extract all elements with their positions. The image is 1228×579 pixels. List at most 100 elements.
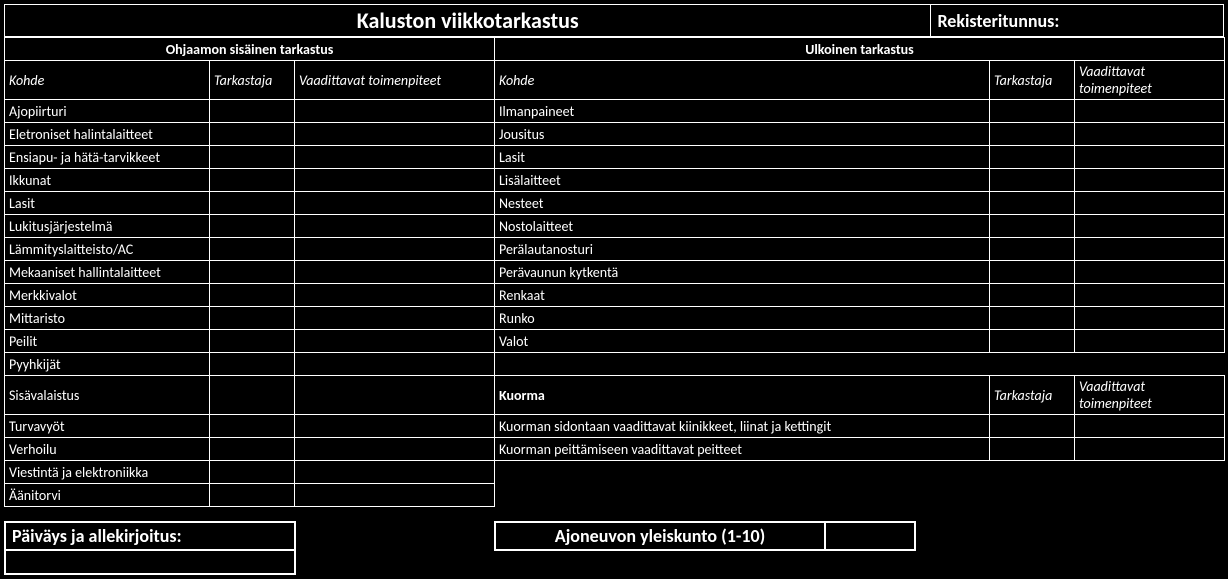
cargo-row-tarkastaja[interactable] (990, 415, 1075, 438)
interior-row-kohde: Turvavyöt (5, 415, 210, 438)
exterior-row-tarkastaja[interactable] (990, 146, 1075, 169)
interior-row-toimenpiteet[interactable] (295, 484, 495, 507)
interior-row-tarkastaja[interactable] (210, 261, 295, 284)
cargo-row-kohde: Kuorman peittämiseen vaadittavat peittee… (495, 438, 990, 461)
exterior-row-kohde: Valot (495, 330, 990, 353)
date-sign-label: Päiväys ja allekirjoitus: (5, 522, 295, 550)
exterior-row-toimenpiteet[interactable] (1075, 100, 1225, 123)
exterior-row-tarkastaja[interactable] (990, 169, 1075, 192)
exterior-row-tarkastaja[interactable] (990, 261, 1075, 284)
interior-row-tarkastaja[interactable] (210, 215, 295, 238)
registration-label: Rekisteritunnus: (931, 5, 1224, 37)
date-sign-input[interactable] (5, 550, 295, 574)
cargo-col-tarkastaja: Tarkastaja (990, 376, 1075, 415)
interior-row-toimenpiteet[interactable] (295, 215, 495, 238)
interior-col-toimenpiteet: Vaadittavat toimenpiteet (295, 61, 495, 100)
interior-row-tarkastaja[interactable] (210, 146, 295, 169)
exterior-row-toimenpiteet[interactable] (1075, 169, 1225, 192)
interior-row-tarkastaja[interactable] (210, 353, 295, 376)
exterior-row-toimenpiteet[interactable] (1075, 284, 1225, 307)
exterior-row-kohde: Jousitus (495, 123, 990, 146)
interior-row-tarkastaja[interactable] (210, 461, 295, 484)
interior-row-toimenpiteet[interactable] (295, 284, 495, 307)
exterior-col-tarkastaja: Tarkastaja (990, 61, 1075, 100)
interior-row-kohde: Äänitorvi (5, 484, 210, 507)
interior-row-kohde: Ajopiirturi (5, 100, 210, 123)
interior-row-toimenpiteet[interactable] (295, 261, 495, 284)
interior-row-toimenpiteet[interactable] (295, 438, 495, 461)
exterior-row-toimenpiteet[interactable] (1075, 261, 1225, 284)
interior-row-tarkastaja[interactable] (210, 238, 295, 261)
interior-row-tarkastaja[interactable] (210, 330, 295, 353)
interior-row-kohde: Peilit (5, 330, 210, 353)
interior-row-toimenpiteet[interactable] (295, 238, 495, 261)
blank-cell (495, 353, 1225, 376)
interior-row-toimenpiteet[interactable] (295, 376, 495, 415)
exterior-row-toimenpiteet[interactable] (1075, 238, 1225, 261)
exterior-row-kohde: Lisälaitteet (495, 169, 990, 192)
interior-row-kohde: Lämmityslaitteisto/AC (5, 238, 210, 261)
exterior-row-toimenpiteet[interactable] (1075, 192, 1225, 215)
interior-row-tarkastaja[interactable] (210, 415, 295, 438)
interior-row-toimenpiteet[interactable] (295, 307, 495, 330)
exterior-row-kohde: Ilmanpaineet (495, 100, 990, 123)
interior-row-toimenpiteet[interactable] (295, 330, 495, 353)
exterior-row-tarkastaja[interactable] (990, 238, 1075, 261)
interior-row-tarkastaja[interactable] (210, 192, 295, 215)
cargo-row-tarkastaja[interactable] (990, 438, 1075, 461)
interior-row-kohde: Lasit (5, 192, 210, 215)
exterior-row-toimenpiteet[interactable] (1075, 330, 1225, 353)
interior-col-tarkastaja: Tarkastaja (210, 61, 295, 100)
interior-row-toimenpiteet[interactable] (295, 353, 495, 376)
exterior-row-tarkastaja[interactable] (990, 123, 1075, 146)
blank-cell (495, 461, 1225, 484)
exterior-row-kohde: Perävaunun kytkentä (495, 261, 990, 284)
cargo-row-toimenpiteet[interactable] (1075, 415, 1225, 438)
interior-row-tarkastaja[interactable] (210, 169, 295, 192)
interior-row-kohde: Mittaristo (5, 307, 210, 330)
condition-value-box[interactable] (825, 522, 915, 550)
exterior-row-tarkastaja[interactable] (990, 192, 1075, 215)
blank-cell (495, 484, 1225, 507)
interior-row-toimenpiteet[interactable] (295, 100, 495, 123)
exterior-row-toimenpiteet[interactable] (1075, 123, 1225, 146)
interior-row-toimenpiteet[interactable] (295, 146, 495, 169)
interior-row-tarkastaja[interactable] (210, 100, 295, 123)
inspection-table: Ohjaamon sisäinen tarkastus Ulkoinen tar… (4, 37, 1225, 507)
interior-row-toimenpiteet[interactable] (295, 461, 495, 484)
interior-row-toimenpiteet[interactable] (295, 123, 495, 146)
exterior-row-tarkastaja[interactable] (990, 100, 1075, 123)
interior-row-tarkastaja[interactable] (210, 438, 295, 461)
exterior-row-toimenpiteet[interactable] (1075, 307, 1225, 330)
exterior-row-toimenpiteet[interactable] (1075, 215, 1225, 238)
exterior-row-toimenpiteet[interactable] (1075, 146, 1225, 169)
interior-row-kohde: Sisävalaistus (5, 376, 210, 415)
interior-row-toimenpiteet[interactable] (295, 169, 495, 192)
exterior-section-header: Ulkoinen tarkastus (495, 38, 1225, 61)
exterior-row-kohde: Nesteet (495, 192, 990, 215)
page-title: Kaluston viikkotarkastus (5, 5, 931, 37)
interior-row-kohde: Eletroniset halintalaitteet (5, 123, 210, 146)
exterior-row-tarkastaja[interactable] (990, 284, 1075, 307)
interior-row-tarkastaja[interactable] (210, 484, 295, 507)
interior-row-kohde: Lukitusjärjestelmä (5, 215, 210, 238)
interior-row-toimenpiteet[interactable] (295, 192, 495, 215)
exterior-row-kohde: Renkaat (495, 284, 990, 307)
exterior-col-toimenpiteet: Vaadittavat toimenpiteet (1075, 61, 1225, 100)
footer-table: Päiväys ja allekirjoitus: Ajoneuvon ylei… (4, 521, 1224, 575)
cargo-row-toimenpiteet[interactable] (1075, 438, 1225, 461)
interior-row-toimenpiteet[interactable] (295, 415, 495, 438)
interior-row-tarkastaja[interactable] (210, 376, 295, 415)
interior-row-tarkastaja[interactable] (210, 123, 295, 146)
exterior-row-tarkastaja[interactable] (990, 330, 1075, 353)
header-table: Kaluston viikkotarkastus Rekisteritunnus… (4, 4, 1224, 37)
interior-section-header: Ohjaamon sisäinen tarkastus (5, 38, 495, 61)
interior-row-kohde: Merkkivalot (5, 284, 210, 307)
exterior-row-kohde: Nostolaitteet (495, 215, 990, 238)
interior-row-kohde: Ensiapu- ja hätä-tarvikkeet (5, 146, 210, 169)
exterior-row-tarkastaja[interactable] (990, 307, 1075, 330)
interior-row-tarkastaja[interactable] (210, 307, 295, 330)
exterior-row-tarkastaja[interactable] (990, 215, 1075, 238)
interior-row-tarkastaja[interactable] (210, 284, 295, 307)
exterior-row-kohde: Lasit (495, 146, 990, 169)
